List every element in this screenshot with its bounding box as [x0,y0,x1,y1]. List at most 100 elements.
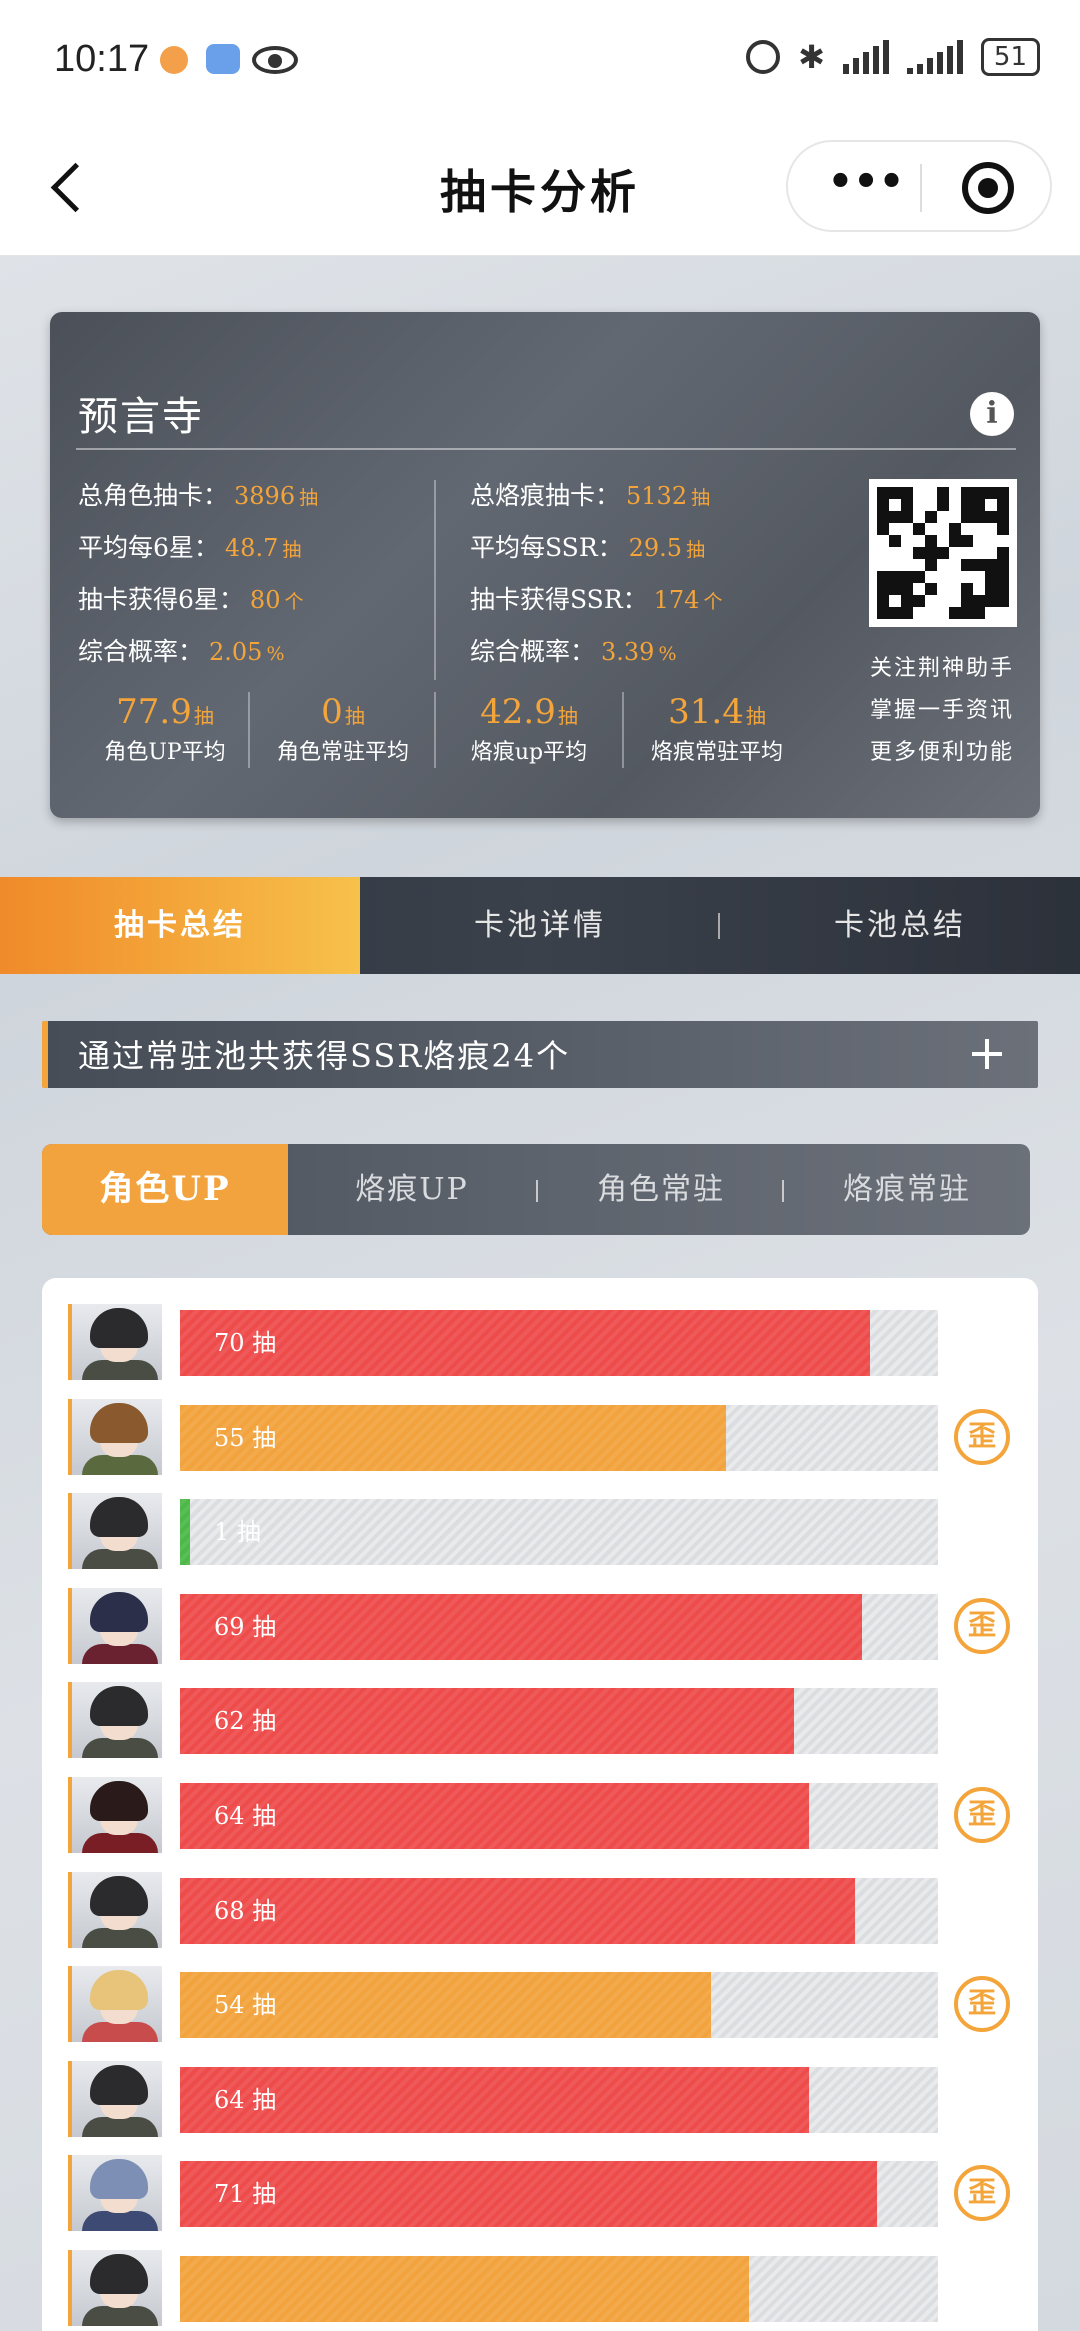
qr-caption-line: 关注荆神助手 [869,656,1014,681]
pull-count-bar: 64 抽 [180,1783,938,1849]
qr-caption-line: 更多便利功能 [869,740,1014,765]
banner-text: 通过常驻池共获得SSR烙痕24个 [78,1037,571,1075]
sub-tab-bar: 角色UP 烙痕UP 角色常驻 烙痕常驻 [42,1144,1030,1235]
pull-count-bar: 55 抽 [180,1404,938,1471]
info-icon[interactable]: i [970,392,1014,436]
close-miniprogram-button[interactable] [962,162,1014,214]
eye-icon [252,46,298,74]
pull-row: 68 抽 [42,1871,1038,1967]
stat-value: 5132 [626,482,688,510]
avg-role-up: 77.9 抽角色UP平均 [80,692,250,766]
pull-count-bar: 64 抽 [180,2066,938,2133]
qr-caption-line: 掌握一手资讯 [869,698,1014,723]
pull-count-fill [180,1499,190,1566]
pull-count-fill [180,1593,862,1660]
signal-icon-2 [906,40,963,74]
character-avatar[interactable] [68,1304,162,1380]
character-avatar[interactable] [68,1777,162,1853]
tab-draw-summary[interactable]: 抽卡总结 [0,877,360,974]
stat-right-0: 总烙痕抽卡： 5132 抽 [470,476,710,512]
pull-count-label: 1 抽 [214,1518,261,1547]
stat-unit: 抽 [282,539,302,561]
stat-label: 总角色抽卡： [78,481,229,510]
pull-count-bar [180,2256,938,2322]
avg-value: 42.9 [480,692,556,732]
subtab-brand-up[interactable]: 烙痕UP [288,1144,536,1235]
pull-row: 70 抽 [42,1304,1038,1399]
card-divider [76,448,1016,450]
character-avatar[interactable] [68,1966,162,2043]
qr-code [869,479,1017,627]
off-banner-badge: 歪 [954,2165,1010,2222]
pool-name: 预言寺 [78,394,204,440]
pull-row: 62 抽 [42,1682,1038,1777]
avg-divider [622,692,624,768]
pull-count-label: 64 抽 [214,2085,277,2114]
avg-brand-standard: 31.4 抽烙痕常驻平均 [632,692,802,766]
character-avatar[interactable] [68,1587,162,1664]
standard-pool-banner[interactable]: 通过常驻池共获得SSR烙痕24个 [42,1021,1038,1088]
stat-label: 综合概率： [470,637,596,666]
avg-divider [434,692,436,768]
stat-unit: % [658,643,677,665]
tab-pool-details[interactable]: 卡池详情 [360,877,720,974]
character-avatar[interactable] [68,2250,162,2326]
subtab-role-standard[interactable]: 角色常驻 [538,1144,784,1235]
character-avatar[interactable] [68,1398,162,1475]
stat-unit: 个 [284,591,304,613]
pull-count-label: 71 抽 [214,2180,277,2209]
pull-row: 64 抽 [42,2060,1038,2156]
battery-indicator: 51 [980,38,1040,76]
stat-unit: 抽 [686,539,706,561]
avg-unit: 抽 [745,704,766,728]
main-tab-bar: 抽卡总结 卡池详情 卡池总结 [0,877,1080,974]
off-banner-badge: 歪 [954,1787,1010,1843]
stat-right-2: 抽卡获得SSR： 174 个 [470,580,722,616]
stat-right-1: 平均每SSR： 29.5 抽 [470,528,705,564]
avg-value: 31.4 [668,692,744,732]
off-banner-badge: 歪 [954,1976,1010,2033]
pull-count-label: 54 抽 [214,1991,277,2020]
avg-brand-up: 42.9 抽烙痕up平均 [444,692,614,766]
stat-label: 抽卡获得6星： [78,585,244,614]
character-avatar[interactable] [68,1682,162,1759]
tab-pool-summary[interactable]: 卡池总结 [720,877,1080,974]
pull-count-label: 55 抽 [214,1423,277,1452]
pull-count-bar: 70 抽 [180,1310,938,1376]
avg-label: 角色UP平均 [104,740,226,765]
summary-card: 预言寺 i 总角色抽卡： 3896 抽 平均每6星： 48.7 抽 抽卡获得6星： 80 个… [50,312,1040,818]
status-time: 10:17 [54,38,150,80]
title-bar: 抽卡分析 ••• [0,120,1080,256]
character-avatar[interactable] [68,2060,162,2137]
more-button[interactable]: ••• [826,162,906,208]
avg-label: 角色常驻平均 [276,740,409,765]
subtab-brand-standard[interactable]: 烙痕常驻 [784,1144,1030,1235]
avg-unit: 抽 [193,704,214,728]
cloud-notification-icon [206,44,240,74]
pull-count-bar: 69 抽 [180,1593,938,1660]
avg-value: 0 [321,692,343,732]
signal-icon [842,40,889,74]
avg-value: 77.9 [116,692,192,732]
character-avatar[interactable] [68,2155,162,2232]
pull-count-label: 68 抽 [214,1896,277,1925]
stat-label: 综合概率： [78,637,204,666]
stat-label: 总烙痕抽卡： [470,481,621,510]
alarm-icon [746,40,781,74]
avg-label: 烙痕up平均 [470,740,588,765]
stat-label: 平均每SSR： [470,533,623,562]
status-bar: 10:17 ✱ 51 [0,0,1080,120]
character-avatar[interactable] [68,1493,162,1570]
stat-value: 3.39 [601,638,655,666]
expand-plus-icon[interactable] [972,1039,1002,1069]
stat-value: 80 [249,586,281,614]
stats-divider [434,480,436,680]
subtab-role-up[interactable]: 角色UP [42,1144,288,1235]
character-avatar[interactable] [68,1871,162,1948]
avg-label: 烙痕常驻平均 [650,740,783,765]
stat-left-2: 抽卡获得6星： 80 个 [78,580,303,616]
pull-count-fill [180,2161,877,2228]
avg-role-standard: 0 抽角色常驻平均 [258,692,428,766]
pull-count-bar: 1 抽 [180,1499,938,1566]
pull-count-bar: 54 抽 [180,1972,938,2039]
